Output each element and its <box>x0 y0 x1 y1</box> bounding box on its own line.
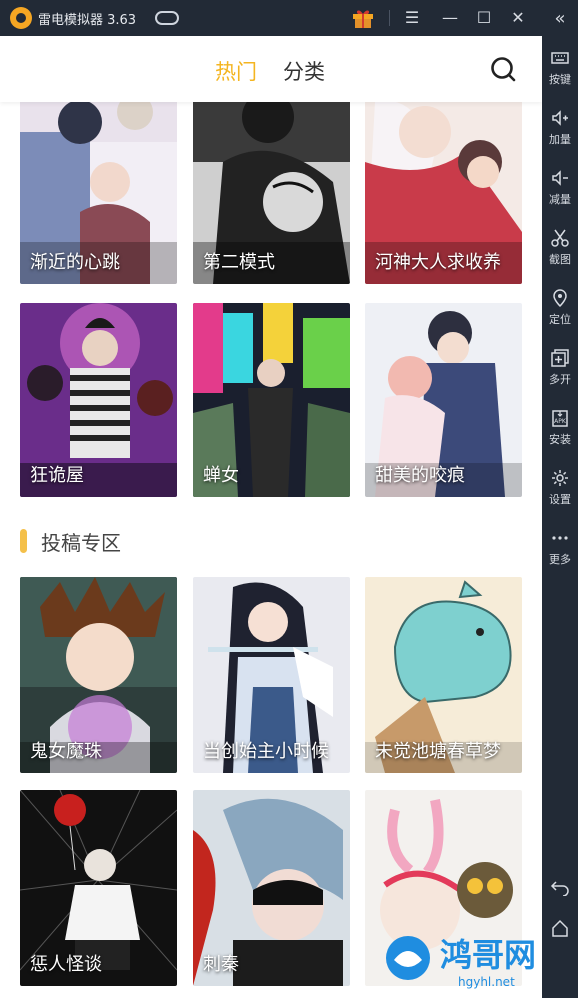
menu-icon[interactable]: ☰ <box>402 8 422 28</box>
watermark-logo: 鸿哥网 hgyhl.net <box>386 936 536 989</box>
sidebar-label: 多开 <box>549 373 571 386</box>
comic-title: 狂诡屋 <box>30 465 84 486</box>
keyboard-icon <box>551 52 569 64</box>
comic-title: 甜美的咬痕 <box>375 465 465 486</box>
comic-title: 刺秦 <box>203 954 239 975</box>
gamepad-icon[interactable] <box>155 11 179 25</box>
sidebar-label: 安装 <box>549 433 571 446</box>
svg-text:APK: APK <box>554 418 567 425</box>
collapse-sidebar-icon[interactable]: « <box>542 8 578 29</box>
comic-card[interactable]: 甜美的咬痕 <box>365 303 522 497</box>
comic-card[interactable]: 刺秦 <box>193 790 350 986</box>
gear-icon <box>552 470 568 486</box>
back-button[interactable] <box>542 876 578 896</box>
comic-card[interactable]: 鬼女魔珠 <box>20 577 177 773</box>
comic-card[interactable]: 第二模式 <box>193 92 350 284</box>
sidebar-label: 按键 <box>549 73 571 86</box>
sidebar-item-install[interactable]: APK 安装 <box>542 408 578 447</box>
sidebar-item-location[interactable]: 定位 <box>542 288 578 327</box>
sidebar-item-screenshot[interactable]: 截图 <box>542 228 578 267</box>
svg-text:鸿哥网: 鸿哥网 <box>440 936 536 974</box>
sidebar-label: 加量 <box>549 133 571 146</box>
close-icon[interactable]: ✕ <box>508 8 528 28</box>
sidebar-label: 设置 <box>549 493 571 506</box>
comic-title: 未觉池塘春草梦 <box>375 741 501 762</box>
sidebar-label: 更多 <box>549 553 571 566</box>
comic-card[interactable]: 未觉池塘春草梦 <box>365 577 522 773</box>
back-icon <box>550 881 569 896</box>
comic-title: 当创始主小时候 <box>203 741 329 762</box>
app-screen: 热门 分类 渐近的心跳 第二模式 河神大人求收养 狂诡屋 蝉女 甜美的咬痕 投稿… <box>0 36 542 998</box>
minimize-icon[interactable]: — <box>440 8 460 28</box>
multi-open-icon <box>551 349 569 367</box>
app-logo <box>10 7 32 29</box>
comic-title: 惩人怪谈 <box>30 954 102 975</box>
emulator-window: 雷电模拟器 3.63 ☰ — ☐ ✕ « 按键 加量 减量 截图 定位 多开 A… <box>0 0 578 998</box>
sidebar-label: 截图 <box>549 253 571 266</box>
sidebar-label: 减量 <box>549 193 571 206</box>
comic-title: 河神大人求收养 <box>375 252 501 273</box>
apk-install-icon: APK <box>552 410 568 427</box>
titlebar-separator <box>389 10 390 26</box>
tab-categories[interactable]: 分类 <box>283 56 325 86</box>
comic-title: 第二模式 <box>203 252 275 273</box>
more-icon <box>552 536 568 540</box>
comic-card[interactable]: 渐近的心跳 <box>20 92 177 284</box>
scissors-icon <box>551 229 569 247</box>
top-navigation: 热门 分类 <box>0 36 542 102</box>
comic-card[interactable]: 河神大人求收养 <box>365 92 522 284</box>
section-title: 投稿专区 <box>41 530 121 555</box>
search-icon[interactable] <box>490 56 516 82</box>
sidebar-item-volume-up[interactable]: 加量 <box>542 108 578 147</box>
maximize-icon[interactable]: ☐ <box>474 8 494 28</box>
section-accent-bar <box>20 529 27 553</box>
sidebar-item-volume-down[interactable]: 减量 <box>542 168 578 207</box>
title-bar: 雷电模拟器 3.63 ☰ — ☐ ✕ <box>0 0 578 36</box>
volume-down-icon <box>552 170 568 186</box>
section-header: 投稿专区 <box>20 526 121 556</box>
comic-title: 鬼女魔珠 <box>30 741 102 762</box>
comic-card[interactable]: 蝉女 <box>193 303 350 497</box>
window-title: 雷电模拟器 3.63 <box>38 13 137 28</box>
emulator-sidebar: « 按键 加量 减量 截图 定位 多开 APK 安装 设置 更多 <box>542 0 578 998</box>
sidebar-item-keymap[interactable]: 按键 <box>542 48 578 87</box>
sidebar-item-more[interactable]: 更多 <box>542 528 578 567</box>
comic-title: 蝉女 <box>203 465 239 486</box>
location-icon <box>553 289 567 308</box>
tab-hot[interactable]: 热门 <box>215 56 257 86</box>
volume-up-icon <box>552 110 568 126</box>
svg-text:hgyhl.net: hgyhl.net <box>458 975 515 989</box>
sidebar-item-multi-open[interactable]: 多开 <box>542 348 578 387</box>
comic-card[interactable]: 狂诡屋 <box>20 303 177 497</box>
sidebar-label: 定位 <box>549 313 571 326</box>
comic-title: 渐近的心跳 <box>30 252 120 273</box>
comic-card[interactable]: 当创始主小时候 <box>193 577 350 773</box>
gift-icon[interactable] <box>352 8 374 28</box>
sidebar-item-settings[interactable]: 设置 <box>542 468 578 507</box>
comic-card[interactable]: 惩人怪谈 <box>20 790 177 986</box>
